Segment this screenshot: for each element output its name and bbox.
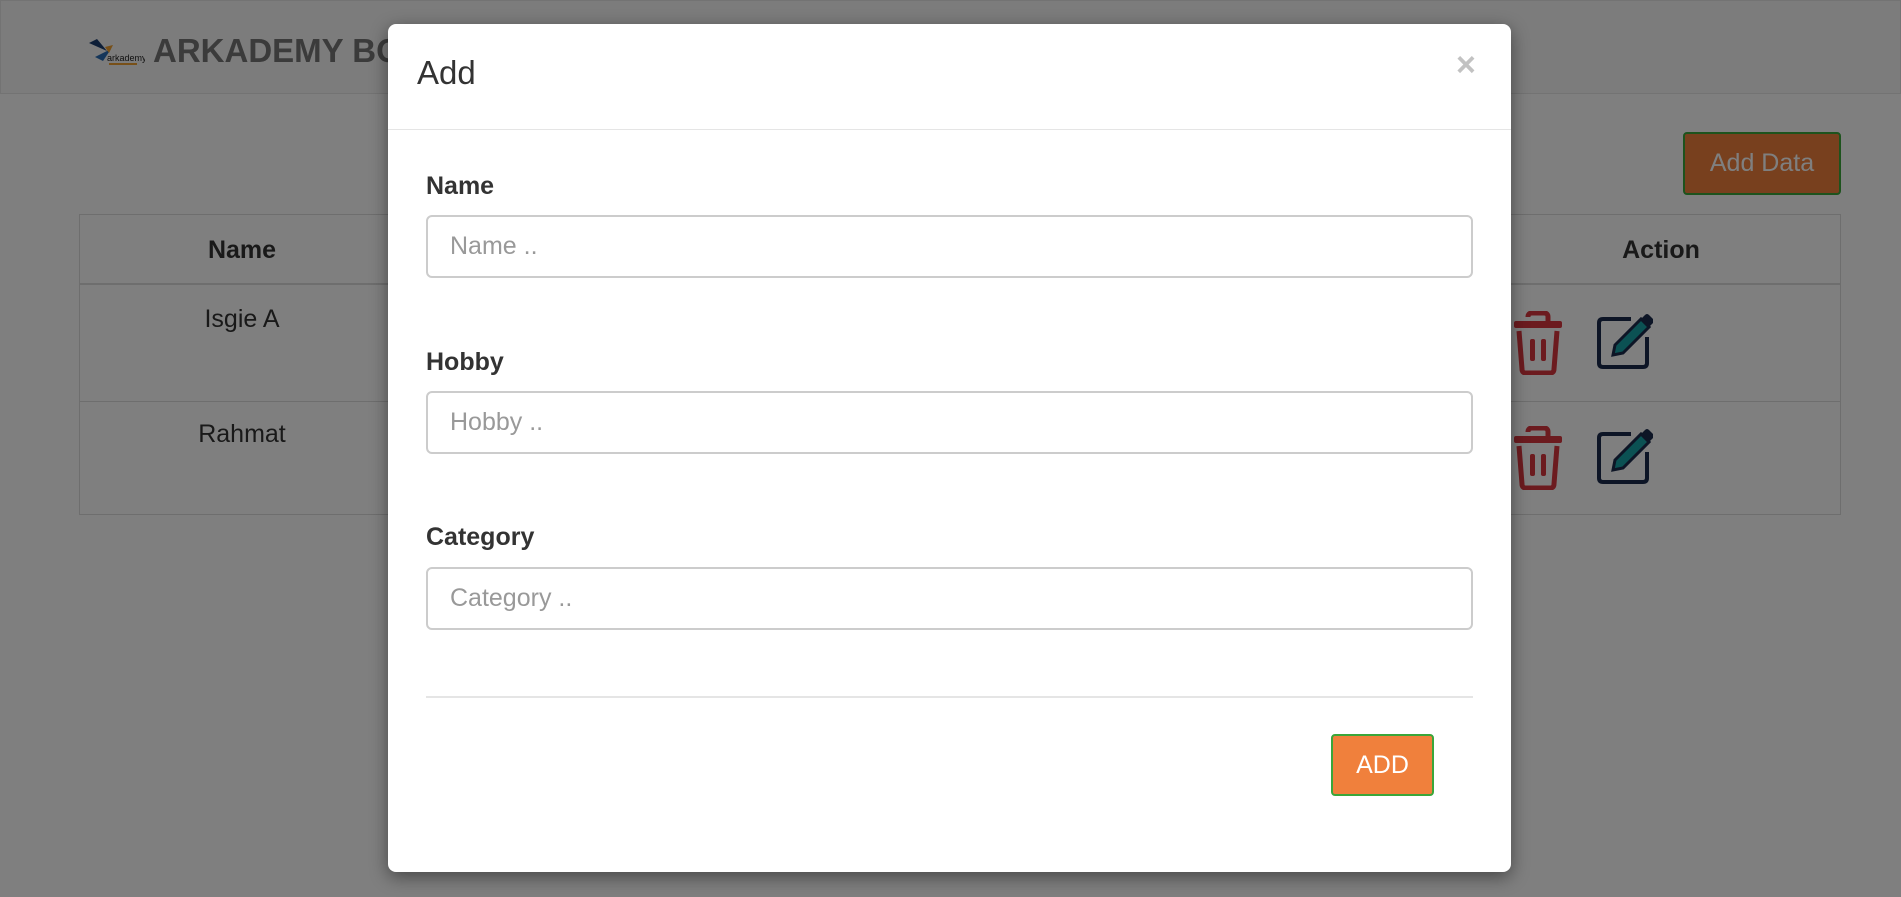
name-label: Name xyxy=(426,172,495,200)
close-icon[interactable]: × xyxy=(1456,48,1476,82)
modal-title: Add xyxy=(417,54,476,91)
modal-header: Add × xyxy=(388,24,1511,130)
hobby-input[interactable] xyxy=(426,391,1473,454)
form-divider xyxy=(426,696,1473,698)
add-modal: Add × Name Hobby Category ADD xyxy=(388,24,1511,872)
category-input[interactable] xyxy=(426,567,1473,630)
add-button[interactable]: ADD xyxy=(1331,734,1434,796)
category-label: Category xyxy=(426,523,535,551)
hobby-label: Hobby xyxy=(426,348,504,376)
name-input[interactable] xyxy=(426,215,1473,278)
